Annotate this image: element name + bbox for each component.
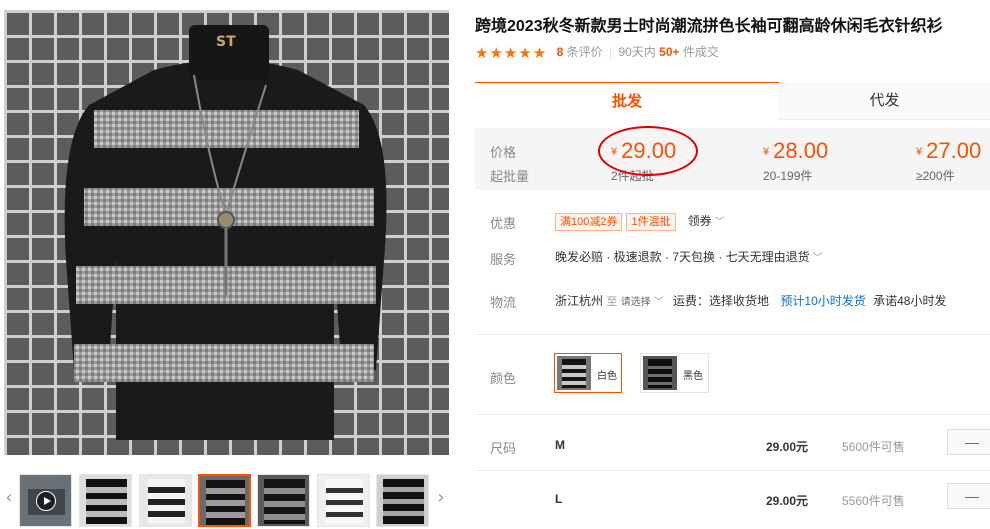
sold-suffix: 件成交	[682, 45, 719, 59]
thumbnail-video[interactable]	[19, 474, 72, 527]
freight-text: 运费：选择收货地	[673, 294, 770, 308]
thumbnail-picture	[80, 475, 131, 526]
purchase-mode-tabs: 批发 代发	[475, 82, 990, 120]
divider: |	[608, 45, 613, 59]
currency-symbol: ¥	[916, 146, 923, 158]
color-option-label: 白色	[597, 371, 617, 382]
eta-text: 预计10小时发货	[780, 294, 866, 308]
service-label: 服务	[490, 252, 517, 267]
size-name: M	[555, 438, 565, 452]
thumbnail-image[interactable]	[139, 474, 192, 527]
price-tier-2: ¥28.00 20-199件	[763, 138, 828, 184]
color-swatch-image	[643, 356, 677, 390]
rating-stars-icon: ★★★★★	[475, 43, 548, 62]
color-swatch-image	[557, 356, 591, 390]
sold-prefix: 90天内	[618, 45, 656, 59]
review-count[interactable]: 8	[557, 45, 564, 59]
image-logo-text: ST	[216, 34, 236, 50]
price-tier-1: ¥29.00 2件起批	[611, 138, 676, 184]
main-product-image[interactable]: ST	[4, 10, 449, 455]
quantity-decrease-button[interactable]: —	[947, 429, 990, 455]
color-option-white[interactable]: 白色	[554, 353, 622, 393]
currency-symbol: ¥	[763, 146, 770, 158]
review-suffix[interactable]: 条评价	[567, 45, 603, 59]
chevron-down-icon: ﹀	[812, 253, 823, 264]
tier-qty: ≥200件	[916, 169, 955, 183]
chevron-down-icon: ﹀	[653, 297, 664, 308]
thumbnail-image-selected[interactable]	[198, 474, 251, 527]
product-title: 跨境2023秋冬新款男士时尚潮流拼色长袖可翻高龄休闲毛衣针织衫	[475, 18, 943, 35]
thumbnail-picture	[258, 475, 309, 526]
divider	[475, 334, 990, 335]
shipping-promise: 承诺48小时发	[873, 294, 947, 308]
destination-placeholder: 请选择	[620, 297, 651, 308]
tier-qty: 2件起批	[611, 169, 654, 183]
price-label: 价格	[490, 145, 517, 160]
divider	[475, 414, 990, 415]
price-box: 价格 起批量 ¥29.00 2件起批 ¥28.00 20-199件 ¥27.00…	[475, 128, 990, 190]
size-stock: 5600件可售	[842, 440, 905, 454]
coupon-badge[interactable]: 1件混批	[626, 213, 676, 231]
tier-qty: 20-199件	[763, 169, 813, 183]
sold-count: 50+	[659, 45, 680, 59]
promo-row: 满100减2券 1件混批 领券 ﹀	[555, 212, 725, 231]
logistics-row: 浙江杭州 至 请选择 ﹀ 运费：选择收货地 预计10小时发货 承诺48小时发	[555, 292, 946, 309]
size-price: 29.00元	[766, 494, 809, 508]
color-option-black[interactable]: 黑色	[640, 353, 709, 393]
currency-symbol: ¥	[611, 146, 618, 158]
logistics-label: 物流	[490, 295, 517, 310]
tier-price: 29.00	[621, 138, 677, 163]
thumbnail-picture	[318, 475, 369, 526]
size-stock: 5560件可售	[842, 494, 905, 508]
thumbnail-picture	[140, 475, 191, 526]
tab-dropship[interactable]: 代发	[779, 82, 990, 120]
service-text[interactable]: 晚发必赔 · 极速退款 · 7天包换 · 七天无理由退货 ﹀	[555, 248, 823, 265]
color-label: 颜色	[490, 371, 517, 386]
thumbnail-image[interactable]	[317, 474, 370, 527]
to-label: 至	[606, 296, 618, 308]
thumbnail-next-arrow-icon[interactable]: ›	[434, 468, 448, 528]
service-text-value: 晚发必赔 · 极速退款 · 7天包换 · 七天无理由退货	[555, 250, 810, 264]
thumbnail-picture	[377, 475, 428, 526]
destination-select[interactable]: 请选择 ﹀	[621, 297, 664, 308]
coupon-badge[interactable]: 满100减2券	[555, 213, 623, 231]
get-coupon-link[interactable]: 领券 ﹀	[688, 214, 725, 228]
tab-wholesale[interactable]: 批发	[475, 82, 779, 120]
thumbnail-picture	[200, 476, 249, 525]
thumbnail-image[interactable]	[376, 474, 429, 527]
color-option-label: 黑色	[683, 371, 703, 382]
price-tier-3: ¥27.00 ≥200件	[916, 138, 981, 184]
moq-label: 起批量	[490, 169, 530, 184]
sweater-photo	[4, 10, 449, 455]
thumbnail-image[interactable]	[257, 474, 310, 527]
size-name: L	[555, 492, 563, 506]
tier-price: 27.00	[926, 138, 982, 163]
play-icon	[35, 490, 56, 511]
origin-city: 浙江杭州	[555, 294, 604, 308]
get-coupon-label: 领券	[687, 214, 712, 228]
size-price: 29.00元	[766, 440, 809, 454]
thumbnail-image[interactable]	[79, 474, 132, 527]
size-row: M 29.00元 5600件可售 —	[475, 426, 990, 466]
promo-label: 优惠	[490, 216, 517, 231]
tier-price: 28.00	[773, 138, 829, 163]
quantity-decrease-button[interactable]: —	[947, 483, 990, 509]
size-row: L 29.00元 5560件可售 —	[475, 480, 990, 520]
divider	[475, 470, 990, 471]
thumbnail-prev-arrow-icon[interactable]: ‹	[2, 468, 16, 528]
rating-row: ★★★★★ 8 条评价 | 90天内 50+ 件成交	[475, 43, 719, 62]
chevron-down-icon: ﹀	[714, 217, 725, 228]
thumbnail-strip: ‹ ›	[0, 468, 452, 528]
